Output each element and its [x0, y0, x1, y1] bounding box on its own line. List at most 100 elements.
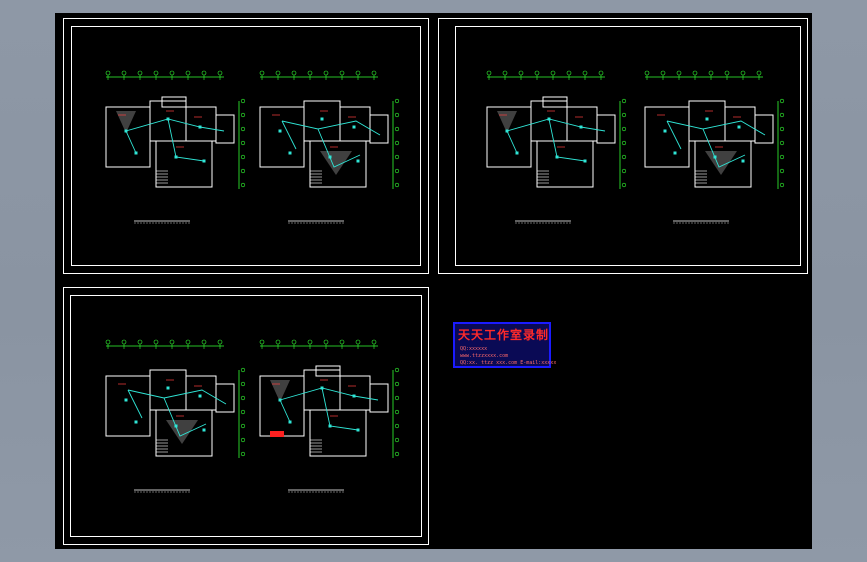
- floor-plan-3: [486, 70, 627, 224]
- axis-marker: [240, 423, 246, 429]
- axis-marker: [217, 339, 223, 345]
- axis-marker: [621, 154, 627, 160]
- room-outline: [185, 106, 217, 142]
- watermark-title: 天天工作室录制: [458, 328, 550, 342]
- room-outline: [185, 375, 217, 411]
- fixture-symbol: [352, 394, 356, 398]
- axis-marker: [323, 339, 329, 345]
- room-outline: [542, 96, 568, 108]
- fixture-symbol: [663, 129, 667, 133]
- axis-marker: [121, 339, 127, 345]
- axis-marker: [486, 70, 492, 76]
- floor-plan-4: [644, 70, 785, 224]
- room-outline: [105, 375, 151, 437]
- axis-marker: [240, 182, 246, 188]
- fixture-symbol: [198, 394, 202, 398]
- fixture-symbol: [555, 155, 559, 159]
- axis-marker: [621, 126, 627, 132]
- fixture-symbol: [320, 117, 324, 121]
- axis-marker: [185, 70, 191, 76]
- axis-marker: [240, 168, 246, 174]
- axis-marker: [291, 70, 297, 76]
- axis-marker: [394, 182, 400, 188]
- room-outline: [215, 383, 235, 413]
- axis-marker: [169, 70, 175, 76]
- axis-marker: [240, 395, 246, 401]
- room-outline: [161, 96, 187, 108]
- axis-marker: [394, 381, 400, 387]
- axis-marker: [598, 70, 604, 76]
- axis-marker: [240, 381, 246, 387]
- fixture-symbol: [356, 428, 360, 432]
- fixture-symbol: [737, 125, 741, 129]
- fixture-symbol: [288, 420, 292, 424]
- fixture-symbol: [202, 428, 206, 432]
- fixture-symbol: [356, 159, 360, 163]
- room-outline: [688, 100, 726, 142]
- axis-marker: [240, 154, 246, 160]
- axis-marker: [394, 126, 400, 132]
- fixture-symbol: [166, 117, 170, 121]
- drawing-sheet-3[interactable]: [63, 287, 429, 545]
- wiring-run: [506, 118, 606, 162]
- drawing-canvas[interactable]: 天天工作室录制 QQ:xxxxxx www.ttzzxxxx.com QQ:xx…: [55, 13, 812, 549]
- room-outline: [724, 106, 756, 142]
- room-outline: [339, 106, 371, 142]
- axis-marker: [394, 140, 400, 146]
- highlight-block: [270, 431, 284, 437]
- axis-marker: [323, 70, 329, 76]
- axis-marker: [240, 451, 246, 457]
- axis-marker: [621, 98, 627, 104]
- room-outline: [369, 114, 389, 144]
- watermark-line-3: QQ:xx. ttzz xxx.com E-mail:xxxxx: [460, 360, 557, 366]
- axis-marker: [137, 70, 143, 76]
- axis-marker: [394, 437, 400, 443]
- drawing-sheet-2[interactable]: [438, 18, 808, 274]
- floor-plan-6: [259, 339, 400, 493]
- axis-marker: [105, 339, 111, 345]
- fixture-symbol: [174, 155, 178, 159]
- fixture-symbol: [352, 125, 356, 129]
- axis-marker: [779, 112, 785, 118]
- fixture-symbol: [278, 129, 282, 133]
- axis-marker: [259, 339, 265, 345]
- axis-marker: [779, 140, 785, 146]
- axis-marker: [779, 154, 785, 160]
- axis-marker: [153, 339, 159, 345]
- room-outline: [303, 100, 341, 142]
- axis-marker: [724, 70, 730, 76]
- fixture-symbol: [278, 398, 282, 402]
- fixture-symbol: [124, 129, 128, 133]
- axis-marker: [371, 339, 377, 345]
- axis-marker: [394, 98, 400, 104]
- drawing-sheet-1[interactable]: [63, 18, 429, 274]
- axis-marker: [240, 98, 246, 104]
- hatched-area: [705, 151, 737, 175]
- axis-marker: [355, 70, 361, 76]
- axis-marker: [582, 70, 588, 76]
- axis-marker: [644, 70, 650, 76]
- axis-marker: [394, 409, 400, 415]
- axis-marker: [240, 140, 246, 146]
- fixture-symbol: [673, 151, 677, 155]
- floor-plan-2: [259, 70, 400, 224]
- axis-marker: [394, 112, 400, 118]
- room-outline: [644, 106, 690, 168]
- room-outline: [339, 375, 371, 411]
- wiring-run: [666, 120, 766, 168]
- axis-marker: [394, 168, 400, 174]
- room-outline: [369, 383, 389, 413]
- watermark-stamp: 天天工作室录制 QQ:xxxxxx www.ttzzxxxx.com QQ:xx…: [453, 322, 556, 368]
- room-outline: [754, 114, 774, 144]
- axis-marker: [121, 70, 127, 76]
- room-outline: [596, 114, 616, 144]
- fixture-symbol: [579, 125, 583, 129]
- fixture-symbol: [583, 159, 587, 163]
- axis-marker: [339, 339, 345, 345]
- room-outline: [149, 369, 187, 411]
- fixture-symbol: [166, 386, 170, 390]
- axis-marker: [779, 182, 785, 188]
- axis-marker: [394, 451, 400, 457]
- fixture-symbol: [713, 155, 717, 159]
- axis-marker: [240, 409, 246, 415]
